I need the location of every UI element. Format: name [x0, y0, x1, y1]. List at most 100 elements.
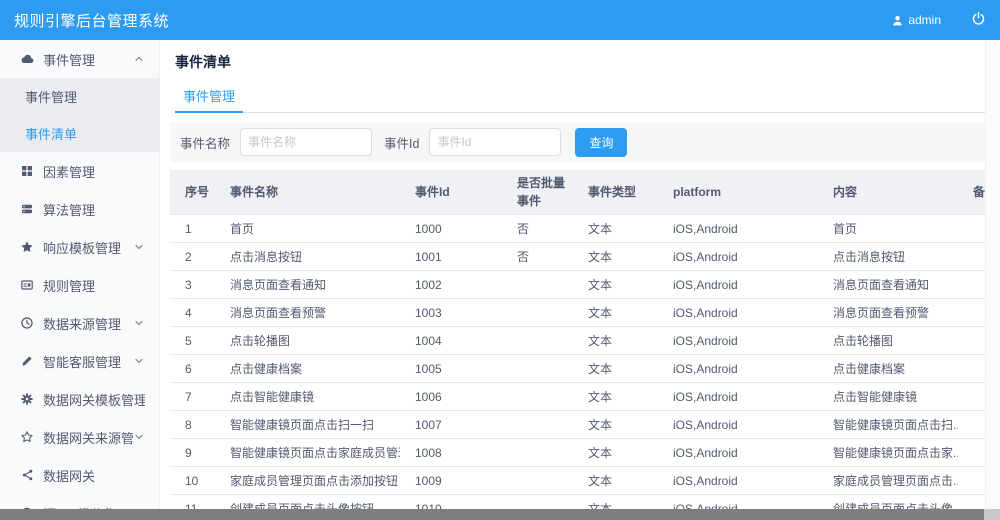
chevron-down-icon [133, 241, 145, 253]
table-cell: 文本 [573, 438, 658, 467]
table-cell: 文本 [573, 298, 658, 327]
column-header: 备注 [958, 170, 985, 215]
table-cell: 文本 [573, 382, 658, 411]
h-scrollbar-thumb[interactable] [0, 509, 984, 520]
table-cell: 8 [170, 410, 215, 439]
sidebar-item[interactable]: 算法管理 [0, 190, 159, 228]
main-content: 事件清单 事件管理 事件名称 事件Id 查询 序号事件名称事件Id是否批量事件事… [160, 40, 1000, 520]
table-cell [958, 466, 985, 495]
tab-bar: 事件管理 [175, 79, 985, 113]
sidebar-item-label: 事件清单 [25, 127, 78, 142]
header-right: admin [891, 11, 986, 29]
table-cell: 消息页面查看通知 [818, 270, 958, 299]
search-form: 事件名称 事件Id 查询 [170, 122, 985, 162]
table-cell: 智能健康镜页面点击家庭成员管理 [215, 438, 400, 467]
table-cell: 首页 [818, 214, 958, 243]
table-cell: 1002 [400, 270, 502, 299]
sidebar-item-label: 数据网关来源管理 [43, 430, 133, 446]
table-cell: iOS,Android [658, 410, 818, 439]
sidebar-item[interactable]: 因素管理 [0, 152, 159, 190]
event-name-label: 事件名称 [180, 136, 231, 151]
table-cell [502, 270, 573, 299]
sidebar-item[interactable]: 响应模板管理 [0, 228, 159, 266]
column-header: 事件类型 [573, 170, 658, 215]
table-row: 6 点击健康档案 1005 文本 iOS,Android 点击健康档案 [170, 354, 985, 383]
table-row: 5 点击轮播图 1004 文本 iOS,Android 点击轮播图 [170, 326, 985, 355]
power-button[interactable] [971, 11, 986, 29]
sidebar-item-label: 响应模板管理 [43, 240, 122, 256]
table-cell: 点击智能健康镜 [818, 382, 958, 411]
cloud-icon [20, 52, 34, 66]
events-table-wrap: 序号事件名称事件Id是否批量事件事件类型platform内容备注 1首页1000… [170, 170, 985, 520]
column-header: 是否批量事件 [502, 170, 573, 215]
event-name-input[interactable] [240, 128, 373, 156]
table-cell [958, 326, 985, 355]
column-header: 内容 [818, 170, 958, 215]
table-cell [958, 354, 985, 383]
table-row: 4 消息页面查看预警 1003 文本 iOS,Android 消息页面查看预警 [170, 298, 985, 327]
search-button[interactable]: 查询 [575, 127, 628, 157]
table-cell: 1008 [400, 438, 502, 467]
sidebar-subitem[interactable]: 事件管理 [0, 78, 159, 115]
table-cell: 消息页面查看预警 [215, 298, 400, 327]
table-row: 3 消息页面查看通知 1002 文本 iOS,Android 消息页面查看通知 [170, 270, 985, 299]
table-cell: iOS,Android [658, 270, 818, 299]
user-menu[interactable]: admin [891, 13, 941, 27]
table-cell [502, 438, 573, 467]
table-cell: iOS,Android [658, 382, 818, 411]
table-cell: 点击智能健康镜 [215, 382, 400, 411]
table-cell: iOS,Android [658, 438, 818, 467]
grid-icon [20, 164, 34, 178]
table-cell: 文本 [573, 466, 658, 495]
table-cell: 10 [170, 466, 215, 495]
table-cell: 否 [502, 242, 573, 271]
table-cell [958, 214, 985, 243]
gear-icon [20, 392, 34, 406]
column-header: platform [658, 170, 818, 215]
sidebar-item-label: 数据网关模板管理 [43, 392, 145, 408]
sidebar-item-label: 数据来源管理 [43, 316, 122, 332]
table-cell: 消息页面查看预警 [818, 298, 958, 327]
pencil-icon [20, 354, 34, 368]
table-cell: iOS,Android [658, 214, 818, 243]
table-row: 7 点击智能健康镜 1006 文本 iOS,Android 点击智能健康镜 [170, 382, 985, 411]
table-cell: iOS,Android [658, 298, 818, 327]
sidebar-item-label: 数据网关 [43, 468, 96, 484]
table-cell: 消息页面查看通知 [215, 270, 400, 299]
table-cell: 文本 [573, 354, 658, 383]
table-cell: 1003 [400, 298, 502, 327]
table-cell [502, 466, 573, 495]
table-cell [958, 298, 985, 327]
sidebar-item[interactable]: 事件管理 [0, 40, 159, 78]
table-cell: 1009 [400, 466, 502, 495]
table-cell: 文本 [573, 326, 658, 355]
table-cell: 1000 [400, 214, 502, 243]
sidebar-item[interactable]: 数据网关 [0, 456, 159, 494]
table-cell [502, 410, 573, 439]
table-cell: 否 [502, 214, 573, 243]
sidebar-item[interactable]: 数据网关模板管理 [0, 380, 159, 418]
event-id-input[interactable] [429, 128, 562, 156]
table-cell: 点击消息按钮 [215, 242, 400, 271]
table-cell [958, 270, 985, 299]
sidebar-item[interactable]: 数据来源管理 [0, 304, 159, 342]
table-cell [502, 354, 573, 383]
sidebar-subitem[interactable]: 事件清单 [0, 115, 159, 152]
table-cell: 5 [170, 326, 215, 355]
sidebar-item-label: 规则管理 [43, 278, 96, 294]
table-cell: 首页 [215, 214, 400, 243]
table-cell [502, 298, 573, 327]
sidebar-item[interactable]: 规则管理 [0, 266, 159, 304]
table-cell: 1007 [400, 410, 502, 439]
sidebar-item[interactable]: 智能客服管理 [0, 342, 159, 380]
table-row: 2 点击消息按钮 1001 否文本 iOS,Android 点击消息按钮 [170, 242, 985, 271]
table-cell: 家庭成员管理页面点击添加按钮 [215, 466, 400, 495]
chevron-up-icon [133, 53, 145, 65]
table-cell: 4 [170, 298, 215, 327]
sidebar-item[interactable]: 数据网关来源管理 [0, 418, 159, 456]
table-cell [958, 382, 985, 411]
table-cell: 智能健康镜页面点击家... [818, 438, 958, 467]
tab-event-management[interactable]: 事件管理 [175, 79, 244, 113]
table-cell: 点击轮播图 [818, 326, 958, 355]
power-icon [971, 11, 986, 29]
